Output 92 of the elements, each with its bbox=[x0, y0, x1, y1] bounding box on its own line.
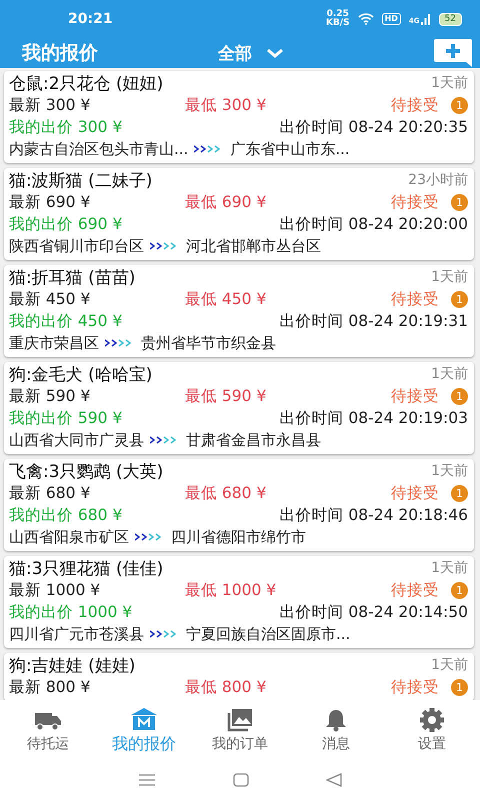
destination-place: 贵州省毕节市织金县 bbox=[141, 334, 276, 352]
nav-tab[interactable]: 我的订单 bbox=[192, 707, 288, 753]
count-badge: 1 bbox=[451, 290, 468, 308]
status-time: 20:21 bbox=[68, 11, 113, 27]
latest-price: 最新 1000 ¥ bbox=[9, 580, 102, 600]
offer-time: 出价时间 08-24 20:14:50 bbox=[279, 602, 468, 622]
back-icon[interactable] bbox=[326, 773, 342, 787]
offer-time: 出价时间 08-24 20:19:03 bbox=[279, 408, 468, 428]
chevron-down-icon bbox=[266, 48, 284, 58]
offer-card[interactable]: 狗:吉娃娃 (娃娃) 1天前 最新 800 ¥ 最低 800 ¥ 待接受 1 bbox=[4, 653, 474, 700]
nav-tab[interactable]: 设置 bbox=[384, 707, 480, 753]
destination-place: 河北省邯郸市丛台区 bbox=[186, 236, 321, 256]
latest-price: 最新 680 ¥ bbox=[9, 482, 92, 504]
offer-title: 狗:吉娃娃 (娃娃) bbox=[9, 654, 136, 676]
offer-title: 猫:波斯猫 (二妹子) bbox=[9, 170, 152, 192]
signal-icon bbox=[420, 14, 431, 24]
count-badge: 1 bbox=[451, 388, 468, 404]
offer-status: 待接受 bbox=[391, 482, 439, 504]
offer-title: 狗:金毛犬 (哈哈宝) bbox=[9, 364, 152, 386]
photos-icon bbox=[226, 707, 254, 733]
offer-status: 待接受 bbox=[391, 288, 439, 310]
destination-place: 四川省德阳市绵竹市 bbox=[171, 528, 306, 546]
offer-card[interactable]: 狗:金毛犬 (哈哈宝) 1天前 最新 590 ¥ 最低 590 ¥ 待接受 1 我的出价 590 ¥ 出价时间 08-24 20:19:03 山西省大同市广灵县 甘肃省金昌市永昌县 bbox=[4, 362, 474, 454]
my-price: 我的出价 300 ¥ bbox=[9, 116, 122, 138]
count-badge: 1 bbox=[451, 96, 468, 114]
lowest-price: 最低 680 ¥ bbox=[185, 482, 266, 504]
origin-place: 山西省阳泉市矿区 bbox=[9, 528, 129, 546]
my-price: 我的出价 1000 ¥ bbox=[9, 602, 132, 622]
my-price: 我的出价 450 ¥ bbox=[9, 310, 122, 332]
my-price: 我的出价 590 ¥ bbox=[9, 408, 122, 428]
offer-time: 出价时间 08-24 20:18:46 bbox=[279, 504, 468, 526]
offer-card[interactable]: 仓鼠:2只花仓 (妞妞) 1天前 最新 300 ¥ 最低 300 ¥ 待接受 1 我的出价 300 ¥ 出价时间 08-24 20:20:35 内蒙古自治区包头市青山... 广东省中山市东... bbox=[4, 71, 474, 163]
origin-place: 陕西省铜川市印台区 bbox=[9, 236, 144, 256]
lowest-price: 最低 300 ¥ bbox=[185, 94, 266, 116]
origin-place: 内蒙古自治区包头市青山... bbox=[9, 140, 188, 158]
add-button[interactable] bbox=[434, 39, 472, 67]
time-ago: 1天前 bbox=[431, 462, 468, 480]
origin-place: 四川省广元市苍溪县 bbox=[9, 624, 144, 644]
destination-place: 甘肃省金昌市永昌县 bbox=[186, 430, 321, 450]
count-badge: 1 bbox=[451, 582, 468, 598]
latest-price: 最新 450 ¥ bbox=[9, 288, 92, 310]
wifi-icon bbox=[358, 13, 374, 25]
time-ago: 1天前 bbox=[431, 365, 468, 383]
time-ago: 1天前 bbox=[431, 559, 468, 577]
offer-card[interactable]: 飞禽:3只鹦鹉 (大英) 1天前 最新 680 ¥ 最低 680 ¥ 待接受 1 我的出价 680 ¥ 出价时间 08-24 20:18:46 山西省阳泉市矿区 四川省德阳市绵竹市 bbox=[4, 459, 474, 551]
offer-title: 仓鼠:2只花仓 (妞妞) bbox=[9, 72, 164, 94]
offer-title: 飞禽:3只鹦鹉 (大英) bbox=[9, 460, 164, 482]
battery-level: 52 bbox=[438, 12, 462, 26]
destination-place: 广东省中山市东... bbox=[230, 140, 350, 158]
destination-place: 宁夏回族自治区固原市... bbox=[186, 624, 350, 644]
lowest-price: 最低 590 ¥ bbox=[185, 386, 266, 406]
lowest-price: 最低 1000 ¥ bbox=[185, 580, 276, 600]
offer-status: 待接受 bbox=[391, 192, 439, 212]
offer-status: 待接受 bbox=[391, 580, 439, 600]
lowest-price: 最低 800 ¥ bbox=[185, 676, 266, 698]
my-price: 我的出价 690 ¥ bbox=[9, 214, 122, 234]
time-ago: 23小时前 bbox=[408, 171, 468, 189]
offer-time: 出价时间 08-24 20:20:00 bbox=[279, 214, 468, 234]
time-ago: 1天前 bbox=[431, 268, 468, 286]
origin-place: 重庆市荣昌区 bbox=[9, 334, 99, 352]
latest-price: 最新 800 ¥ bbox=[9, 676, 92, 698]
latest-price: 最新 300 ¥ bbox=[9, 94, 92, 116]
offer-title: 猫:折耳猫 (苗苗) bbox=[9, 266, 136, 288]
count-badge: 1 bbox=[451, 678, 468, 696]
menu-icon[interactable] bbox=[138, 774, 156, 786]
offer-status: 待接受 bbox=[391, 386, 439, 406]
home-icon bbox=[130, 706, 158, 732]
offer-status: 待接受 bbox=[391, 94, 439, 116]
time-ago: 1天前 bbox=[431, 74, 468, 92]
time-ago: 1天前 bbox=[431, 656, 468, 674]
nav-tab[interactable]: 消息 bbox=[288, 707, 384, 753]
hd-indicator: HD bbox=[382, 13, 401, 25]
offer-card[interactable]: 猫:波斯猫 (二妹子) 23小时前 最新 690 ¥ 最低 690 ¥ 待接受 1 我的出价 690 ¥ 出价时间 08-24 20:20:00 陕西省铜川市印台区 河北省邯郸市丛台区 bbox=[4, 168, 474, 260]
latest-price: 最新 690 ¥ bbox=[9, 192, 92, 212]
count-badge: 1 bbox=[451, 194, 468, 210]
page-title: 我的报价 bbox=[22, 41, 99, 66]
offer-time: 出价时间 08-24 20:19:31 bbox=[279, 310, 468, 332]
lowest-price: 最低 450 ¥ bbox=[185, 288, 266, 310]
offer-status: 待接受 bbox=[391, 676, 439, 698]
offer-card[interactable]: 猫:折耳猫 (苗苗) 1天前 最新 450 ¥ 最低 450 ¥ 待接受 1 我的出价 450 ¥ 出价时间 08-24 20:19:31 重庆市荣昌区 贵州省毕节市织金县 bbox=[4, 265, 474, 357]
my-price: 我的出价 680 ¥ bbox=[9, 504, 122, 526]
nav-tab[interactable]: 待托运 bbox=[0, 707, 96, 753]
count-badge: 1 bbox=[451, 484, 468, 502]
lowest-price: 最低 690 ¥ bbox=[185, 192, 266, 212]
offer-title: 猫:3只狸花猫 (佳佳) bbox=[9, 558, 164, 580]
settings-icon bbox=[418, 707, 446, 733]
latest-price: 最新 590 ¥ bbox=[9, 386, 92, 406]
offer-card[interactable]: 猫:3只狸花猫 (佳佳) 1天前 最新 1000 ¥ 最低 1000 ¥ 待接受 1 我的出价 1000 ¥ 出价时间 08-24 20:14:50 四川省广元市苍溪县 宁夏回族自治区固原市... bbox=[4, 556, 474, 648]
home-button-icon[interactable] bbox=[232, 773, 249, 787]
offer-time: 出价时间 08-24 20:20:35 bbox=[279, 116, 468, 138]
origin-place: 山西省大同市广灵县 bbox=[9, 430, 144, 450]
network-speed: 0.25 KB/S bbox=[326, 10, 350, 28]
